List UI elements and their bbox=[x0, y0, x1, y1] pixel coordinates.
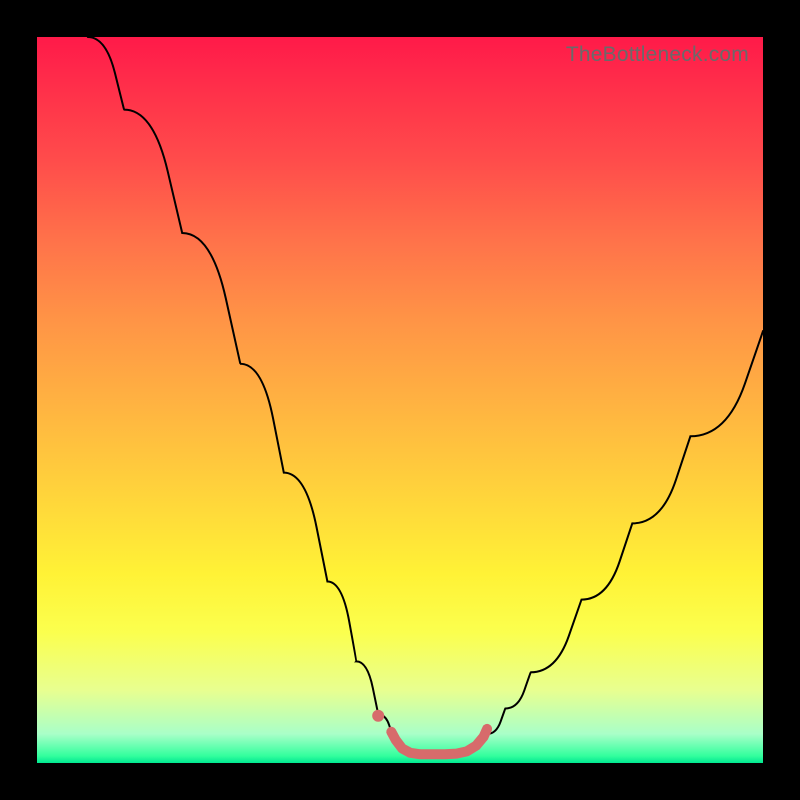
outer-frame: TheBottleneck.com bbox=[0, 0, 800, 800]
dot-left bbox=[372, 710, 384, 722]
curve-layer bbox=[37, 37, 763, 763]
plot-area: TheBottleneck.com bbox=[37, 37, 763, 763]
left-curve bbox=[88, 37, 393, 735]
right-curve bbox=[487, 331, 763, 734]
bottom-squiggle bbox=[391, 729, 487, 754]
